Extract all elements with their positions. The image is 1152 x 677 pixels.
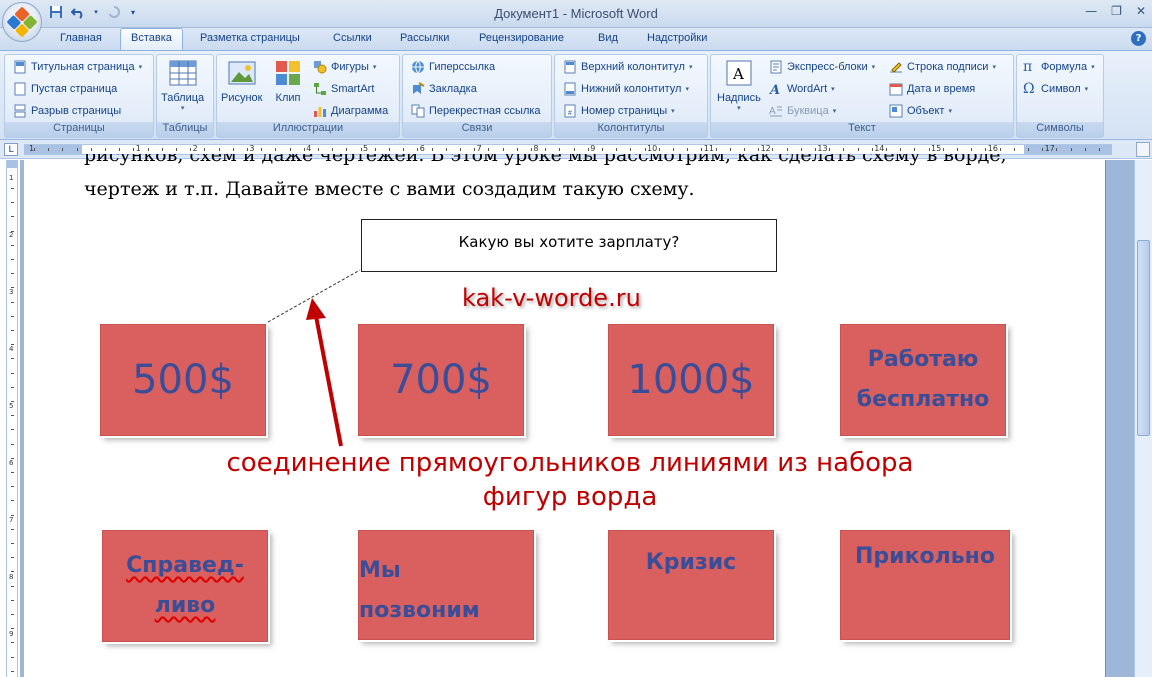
vertical-scrollbar[interactable] bbox=[1134, 160, 1152, 677]
scrollbar-thumb[interactable] bbox=[1137, 240, 1150, 436]
office-button[interactable] bbox=[2, 2, 42, 42]
office-logo-icon bbox=[6, 6, 38, 38]
connector-overlay bbox=[267, 269, 361, 447]
annotation-arrow-head bbox=[306, 298, 326, 320]
annotation-arrow-shaft bbox=[314, 315, 343, 447]
annotation-text: соединение прямоугольников линиями из на… bbox=[226, 448, 914, 512]
